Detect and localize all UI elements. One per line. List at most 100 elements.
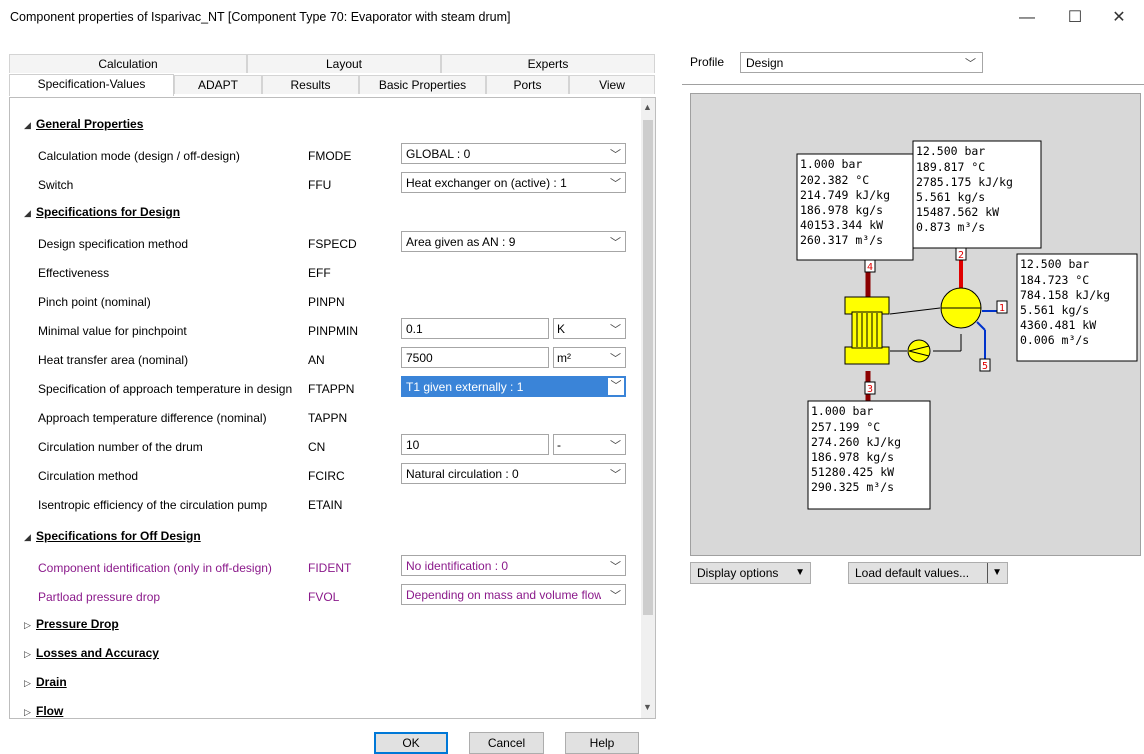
dropdown-arrow-icon[interactable]: ▼ <box>987 563 1002 583</box>
button-label: Display options <box>697 566 779 580</box>
help-button[interactable]: Help <box>565 732 639 754</box>
button-label: Load default values... <box>855 566 970 580</box>
pinpmin-input[interactable]: 0.1 <box>401 318 549 339</box>
input-value: 7500 <box>406 351 433 365</box>
stream-3-enthalpy: 274.260 kJ/kg <box>811 435 901 449</box>
stream-1-volumeflow: 0.006 m³/s <box>1020 333 1089 347</box>
row-pinpn: Pinch point (nominal) PINPN <box>10 287 640 316</box>
port-5-label: 5 <box>982 361 988 372</box>
stream-4-enthalpy: 214.749 kJ/kg <box>800 188 890 202</box>
cancel-button[interactable]: Cancel <box>469 732 544 754</box>
select-value: Depending on mass and volume flow <box>406 588 601 602</box>
select-value: GLOBAL : 0 <box>406 147 471 161</box>
row-code: CN <box>308 440 326 454</box>
row-eff: Effectiveness EFF <box>10 258 640 287</box>
section-drain[interactable]: ▷ Drain <box>24 675 67 689</box>
collapse-icon: ◢ <box>24 208 31 218</box>
row-code: EFF <box>308 266 331 280</box>
window-title: Component properties of Isparivac_NT [Co… <box>10 10 511 24</box>
select-value: Natural circulation : 0 <box>406 467 519 481</box>
collapse-icon: ◢ <box>24 532 31 542</box>
row-label: Heat transfer area (nominal) <box>38 353 189 367</box>
section-title: Flow <box>36 704 64 718</box>
port-3-label: 3 <box>867 384 873 395</box>
stream-3-temperature: 257.199 °C <box>811 420 880 434</box>
tab-results[interactable]: Results <box>262 75 359 94</box>
fmode-select[interactable]: GLOBAL : 0 ﹀ <box>401 143 626 164</box>
select-value: T1 given externally : 1 <box>406 380 524 394</box>
profile-label: Profile <box>690 55 725 69</box>
stream-2-temperature: 189.817 °C <box>916 160 985 174</box>
vertical-scrollbar[interactable]: ▲ ▼ <box>641 98 655 718</box>
row-code: FCIRC <box>308 469 345 483</box>
evaporator-top-header <box>844 296 890 315</box>
chevron-down-icon: ﹀ <box>610 561 621 573</box>
scroll-up-icon[interactable]: ▲ <box>643 102 652 112</box>
row-code: AN <box>308 353 325 367</box>
stream-3-massflow: 186.978 kg/s <box>811 450 894 464</box>
profile-select[interactable]: Design ﹀ <box>740 52 983 73</box>
row-fmode: Calculation mode (design / off-design) F… <box>10 141 640 170</box>
section-specifications-offdesign[interactable]: ◢ Specifications for Off Design <box>24 529 201 543</box>
fvol-select[interactable]: Depending on mass and volume flow ﹀ <box>401 584 626 605</box>
ffu-select[interactable]: Heat exchanger on (active) : 1 ﹀ <box>401 172 626 193</box>
fident-select[interactable]: No identification : 0 ﹀ <box>401 555 626 576</box>
stream-2-pressure: 12.500 bar <box>916 144 985 158</box>
display-options-button[interactable]: Display options ▼ <box>690 562 811 584</box>
tab-adapt[interactable]: ADAPT <box>174 75 262 94</box>
unit-value: m² <box>557 351 571 365</box>
row-label: Design specification method <box>38 237 189 251</box>
scrollbar-thumb[interactable] <box>643 120 653 615</box>
scroll-down-icon[interactable]: ▼ <box>643 702 652 712</box>
input-value: 10 <box>406 438 420 452</box>
component-diagram: 4 2 1 3 5 1.000 bar 202.382 °C 214.749 k… <box>690 93 1141 556</box>
row-label: Switch <box>38 178 74 192</box>
an-input[interactable]: 7500 <box>401 347 549 368</box>
section-pressure-drop[interactable]: ▷ Pressure Drop <box>24 617 119 631</box>
cn-unit-select[interactable]: - ﹀ <box>553 434 626 455</box>
dropdown-arrow-icon: ▼ <box>795 567 805 578</box>
section-title: Drain <box>36 675 67 689</box>
cn-input[interactable]: 10 <box>401 434 549 455</box>
minimize-button[interactable]: — <box>1012 6 1042 30</box>
section-losses-accuracy[interactable]: ▷ Losses and Accuracy <box>24 646 159 660</box>
section-specifications-design[interactable]: ◢ Specifications for Design <box>24 205 180 219</box>
unit-value: - <box>557 438 561 452</box>
tab-strip: Calculation Layout Experts Specification… <box>9 54 656 96</box>
chevron-down-icon: ﹀ <box>965 58 976 70</box>
input-value: 0.1 <box>406 322 423 336</box>
section-title: General Properties <box>36 117 144 131</box>
property-panel: ◢ General Properties Calculation mode (de… <box>9 97 656 719</box>
section-general-properties[interactable]: ◢ General Properties <box>24 117 143 131</box>
close-button[interactable]: ✕ <box>1104 6 1134 30</box>
stream-2-heatflow: 15487.562 kW <box>916 205 999 219</box>
chevron-down-icon: ﹀ <box>610 149 621 161</box>
circulation-pump <box>907 339 931 363</box>
section-title: Specifications for Design <box>36 205 181 219</box>
maximize-button[interactable]: ☐ <box>1060 6 1090 30</box>
diagram-canvas: 4 2 1 3 5 1.000 bar 202.382 °C 214.749 k… <box>796 140 1138 510</box>
ftappn-select[interactable]: T1 given externally : 1 ﹀ <box>401 376 626 397</box>
load-default-values-button[interactable]: Load default values... ▼ <box>848 562 1008 584</box>
tab-experts[interactable]: Experts <box>441 54 655 73</box>
tab-view[interactable]: View <box>569 75 655 94</box>
ok-button[interactable]: OK <box>374 732 448 754</box>
fcirc-select[interactable]: Natural circulation : 0 ﹀ <box>401 463 626 484</box>
an-unit-select[interactable]: m² ﹀ <box>553 347 626 368</box>
tab-basic-properties[interactable]: Basic Properties <box>359 75 486 94</box>
row-label: Circulation method <box>38 469 139 483</box>
tab-calculation[interactable]: Calculation <box>9 54 247 73</box>
row-fvol: Partload pressure drop FVOL Depending on… <box>10 582 640 611</box>
tab-specification-values[interactable]: Specification-Values <box>9 74 174 96</box>
stream-3-pressure: 1.000 bar <box>811 404 873 418</box>
fspecd-select[interactable]: Area given as AN : 9 ﹀ <box>401 231 626 252</box>
section-flow[interactable]: ▷ Flow <box>24 704 63 718</box>
row-label: Minimal value for pinchpoint <box>38 324 187 338</box>
tab-ports[interactable]: Ports <box>486 75 569 94</box>
chevron-down-icon: ﹀ <box>610 324 621 336</box>
select-value: Area given as AN : 9 <box>406 235 516 249</box>
pinpmin-unit-select[interactable]: K ﹀ <box>553 318 626 339</box>
row-code: FSPECD <box>308 237 357 251</box>
tab-layout[interactable]: Layout <box>247 54 441 73</box>
row-code: TAPPN <box>308 411 348 425</box>
